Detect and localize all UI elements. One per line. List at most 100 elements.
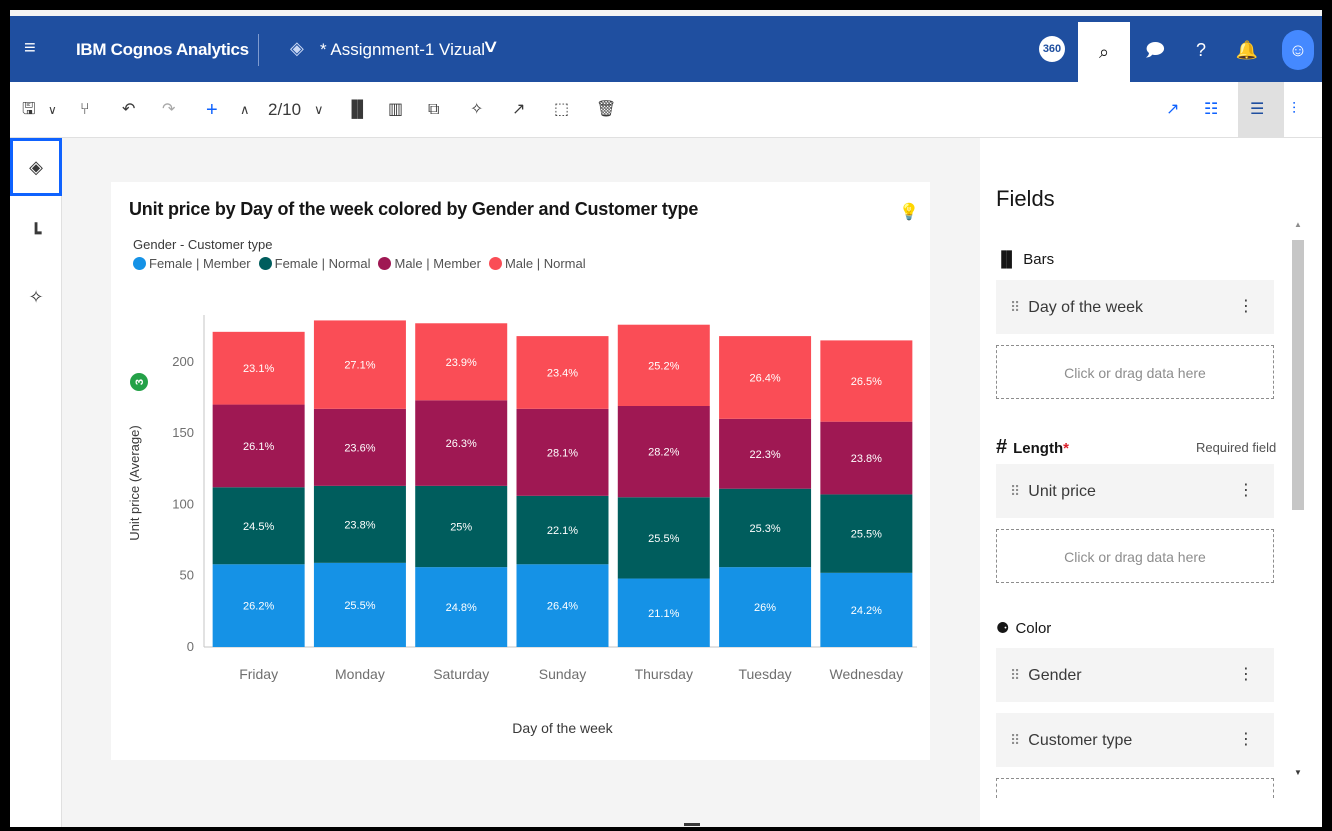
y-tick-label: 50 bbox=[180, 568, 194, 583]
overflow-menu-icon[interactable]: ⋮ bbox=[1238, 648, 1254, 702]
length-drop-zone[interactable]: Click or drag data here bbox=[996, 529, 1274, 583]
data-label: 23.9% bbox=[446, 357, 477, 369]
chevron-down-icon[interactable]: ∨ bbox=[481, 36, 499, 57]
data-label: 24.2% bbox=[851, 605, 882, 617]
chat-icon[interactable]: 🗩 bbox=[1142, 37, 1168, 63]
dashboard-icon: ◈ bbox=[290, 38, 304, 58]
save-icon[interactable]: 🖫 bbox=[22, 100, 36, 120]
data-label: 24.8% bbox=[446, 602, 477, 614]
x-axis-title: Day of the week bbox=[512, 720, 613, 736]
required-field-note: Required field bbox=[1196, 440, 1277, 455]
save-menu-chevron-icon[interactable]: ∨ bbox=[48, 100, 57, 120]
overflow-menu-icon[interactable]: ⋮ bbox=[1238, 464, 1254, 518]
settings-sliders-icon[interactable]: ⫶ bbox=[1292, 100, 1296, 120]
panel-scrollbar[interactable] bbox=[1292, 240, 1304, 510]
bars-section-label: ▐▌ Bars bbox=[996, 251, 1054, 268]
data-label: 26.1% bbox=[243, 441, 274, 453]
left-rail: ◈ ┗ ✧ bbox=[10, 138, 62, 827]
field-pill-gender[interactable]: ⠿ Gender ⋮ bbox=[996, 648, 1274, 702]
previous-page-icon[interactable]: ∧ bbox=[240, 100, 250, 120]
field-label: Unit price bbox=[1028, 483, 1096, 500]
data-label: 25.5% bbox=[648, 533, 679, 545]
data-label: 23.4% bbox=[547, 367, 578, 379]
toolbar: 🖫 ∨ ⑂ ↶ ↷ + ∧ 2/10 ∨ ▐▌ ▥ ⧉ ✧ ↗ ⬚ 🗑 ↗ ☷ … bbox=[10, 82, 1322, 138]
x-tick-label: Monday bbox=[335, 666, 385, 682]
color-section-label: ⚈ Color bbox=[996, 619, 1051, 637]
data-label: 25.3% bbox=[749, 523, 780, 535]
y-axis-title: Unit price (Average) bbox=[127, 425, 142, 540]
data-label: 25.2% bbox=[648, 360, 679, 372]
redo-icon[interactable]: ↷ bbox=[162, 100, 175, 120]
data-label: 25.5% bbox=[344, 600, 375, 612]
page-indicator: 2/10 bbox=[268, 100, 302, 119]
notification-bell-icon[interactable]: 🔔 bbox=[1234, 37, 1260, 63]
menu-icon[interactable]: ≡ bbox=[24, 38, 36, 58]
user-avatar-icon[interactable]: ☺ bbox=[1282, 30, 1314, 70]
line-chart-icon[interactable]: ↗ bbox=[512, 100, 525, 120]
data-label: 22.3% bbox=[749, 449, 780, 461]
pin-nav-icon[interactable]: ✧ bbox=[10, 268, 62, 326]
data-label: 26% bbox=[754, 602, 776, 614]
header-divider bbox=[258, 34, 259, 66]
visualization-icon[interactable]: ▥ bbox=[388, 100, 403, 120]
x-tick-label: Friday bbox=[239, 666, 278, 682]
x-tick-label: Sunday bbox=[539, 666, 586, 682]
delete-icon[interactable]: 🗑 bbox=[596, 100, 616, 120]
drag-handle-icon[interactable]: ⠿ bbox=[1010, 667, 1020, 683]
data-label: 26.5% bbox=[851, 376, 882, 388]
search-icon[interactable]: ⌕ bbox=[1078, 22, 1130, 82]
chart-card[interactable]: Unit price by Day of the week colored by… bbox=[111, 182, 930, 760]
stacked-bar-chart[interactable]: 0 50 100 150 200 Unit price (Average) 3 26.2% 24… bbox=[111, 182, 930, 760]
x-tick-label: Tuesday bbox=[738, 666, 791, 682]
field-label: Day of the week bbox=[1028, 299, 1143, 316]
color-drop-zone[interactable] bbox=[996, 778, 1274, 798]
bar-chart-icon[interactable]: ▐▌ bbox=[346, 100, 369, 120]
hash-icon: # bbox=[996, 436, 1008, 458]
share-icon[interactable]: ⑂ bbox=[80, 100, 90, 120]
data-label: 25% bbox=[450, 521, 472, 533]
data-label: 26.3% bbox=[446, 438, 477, 450]
properties-icon[interactable]: ☷ bbox=[1204, 100, 1218, 120]
scroll-down-icon[interactable]: ▼ bbox=[1294, 768, 1302, 777]
data-label: 26.4% bbox=[547, 601, 578, 613]
data-label: 26.4% bbox=[749, 372, 780, 384]
undo-icon[interactable]: ↶ bbox=[122, 100, 135, 120]
badge-360-icon[interactable]: 360 bbox=[1039, 36, 1065, 62]
scroll-up-icon[interactable]: ▲ bbox=[1294, 220, 1302, 229]
x-tick-label: Wednesday bbox=[830, 666, 904, 682]
drag-handle-icon[interactable]: ⠿ bbox=[1010, 732, 1020, 748]
count-badge-label: 3 bbox=[134, 379, 146, 385]
resize-handle[interactable] bbox=[684, 823, 700, 826]
overflow-menu-icon[interactable]: ⋮ bbox=[1238, 280, 1254, 334]
bars-drop-zone[interactable]: Click or drag data here bbox=[996, 345, 1274, 399]
visualization-nav-icon[interactable]: ◈ bbox=[10, 138, 62, 196]
brand-name[interactable]: IBM Cognos Analytics bbox=[76, 40, 249, 60]
document-title[interactable]: * Assignment-1 Vizual bbox=[320, 40, 485, 60]
bars-label: Bars bbox=[1023, 251, 1055, 268]
trend-icon[interactable]: ↗ bbox=[1166, 100, 1179, 120]
data-label: 23.8% bbox=[344, 519, 375, 531]
add-icon[interactable]: + bbox=[206, 100, 218, 120]
palette-icon: ⚈ bbox=[996, 620, 1010, 637]
data-label: 21.1% bbox=[648, 608, 679, 620]
overflow-menu-icon[interactable]: ⋮ bbox=[1238, 713, 1254, 767]
select-icon[interactable]: ⬚ bbox=[554, 100, 569, 120]
data-label: 22.1% bbox=[547, 525, 578, 537]
field-pill-unit-price[interactable]: ⠿ Unit price ⋮ bbox=[996, 464, 1274, 518]
fields-icon[interactable]: ☰ bbox=[1250, 100, 1264, 120]
field-pill-day-of-week[interactable]: ⠿ Day of the week ⋮ bbox=[996, 280, 1274, 334]
data-label: 23.8% bbox=[851, 453, 882, 465]
swap-icon[interactable]: ⧉ bbox=[428, 100, 439, 120]
next-page-icon[interactable]: ∨ bbox=[314, 100, 324, 120]
help-icon[interactable]: ? bbox=[1188, 37, 1214, 63]
data-tree-icon[interactable]: ┗ bbox=[10, 204, 62, 262]
data-label: 28.1% bbox=[547, 447, 578, 459]
drag-handle-icon[interactable]: ⠿ bbox=[1010, 483, 1020, 499]
app-window: ≡ IBM Cognos Analytics ◈ * Assignment-1 … bbox=[10, 10, 1322, 827]
pin-icon[interactable]: ✧ bbox=[470, 100, 483, 120]
data-label: 26.2% bbox=[243, 601, 274, 613]
data-label: 23.6% bbox=[344, 442, 375, 454]
drag-handle-icon[interactable]: ⠿ bbox=[1010, 299, 1020, 315]
field-pill-customer-type[interactable]: ⠿ Customer type ⋮ bbox=[996, 713, 1274, 767]
fields-title: Fields bbox=[996, 186, 1055, 211]
